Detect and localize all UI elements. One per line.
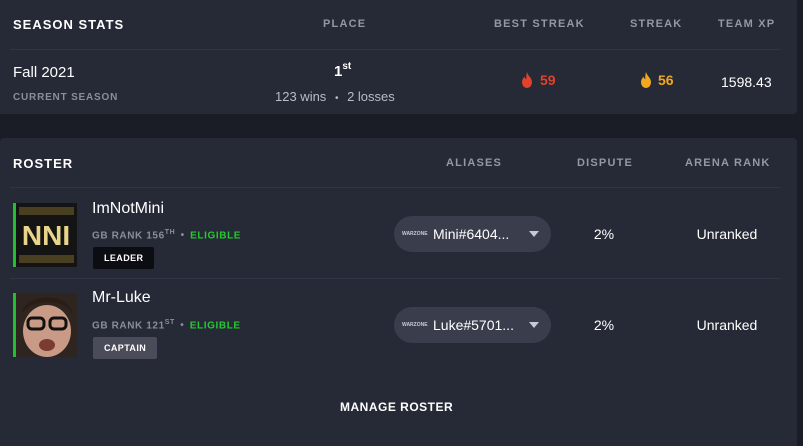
chevron-down-icon — [529, 322, 539, 328]
gb-rank-suffix: TH — [164, 229, 176, 236]
chevron-down-icon — [529, 231, 539, 237]
eligibility-status: ELIGIBLE — [189, 320, 241, 332]
gb-rank-text: GB RANK 156 — [92, 230, 165, 242]
best-streak: 59 — [521, 72, 556, 88]
avatar-logo-text: NNI — [22, 220, 70, 251]
roster-member-row: Mr-Luke GB RANK 121ST • ELIGIBLE CAPTAIN… — [0, 279, 797, 369]
place-value: 1st — [334, 61, 352, 80]
dispute-value: 2% — [593, 226, 615, 242]
alias-dropdown[interactable]: WARZONE Luke#5701... — [394, 307, 551, 343]
avatar[interactable] — [13, 293, 77, 357]
roster-panel: ROSTER ALIASES DISPUTE ARENA RANK NNI Im… — [0, 138, 797, 446]
warzone-logo-icon: WARZONE — [402, 322, 428, 328]
season-stats-title: SEASON STATS — [13, 17, 125, 32]
manage-roster-button[interactable]: MANAGE ROSTER — [340, 400, 453, 414]
team-logo-image: NNI — [16, 203, 77, 267]
rank-separator: • — [180, 320, 185, 332]
roster-member-row: NNI ImNotMini GB RANK 156TH • ELIGIBLE L… — [0, 188, 797, 278]
win-loss-record: 123 wins • 2 losses — [275, 89, 395, 104]
role-badge: LEADER — [93, 247, 155, 269]
best-streak-column-header: BEST STREAK — [494, 18, 585, 30]
member-name[interactable]: Mr-Luke — [92, 289, 151, 307]
team-xp-value: 1598.43 — [721, 74, 772, 90]
place-suffix: st — [342, 61, 352, 72]
record-separator: • — [334, 93, 339, 104]
arena-rank-value: Unranked — [696, 317, 758, 333]
role-badge: CAPTAIN — [93, 337, 158, 359]
wins: 123 wins — [275, 89, 327, 104]
season-label: CURRENT SEASON — [13, 92, 119, 103]
losses: 2 losses — [347, 89, 395, 104]
dispute-value: 2% — [593, 317, 615, 333]
alias-value: Mini#6404... — [433, 226, 510, 242]
streak-value: 56 — [658, 72, 674, 88]
gb-rank-text: GB RANK 121 — [92, 320, 165, 332]
season-stats-panel: SEASON STATS PLACE BEST STREAK STREAK TE… — [0, 0, 797, 114]
member-name[interactable]: ImNotMini — [92, 200, 164, 218]
arena-rank-value: Unranked — [696, 226, 758, 242]
warzone-logo-icon: WARZONE — [402, 231, 428, 237]
team-xp-column-header: TEAM XP — [718, 18, 776, 30]
fire-icon — [522, 72, 532, 88]
current-streak: 56 — [640, 72, 674, 88]
streak-column-header: STREAK — [630, 18, 683, 30]
rank-separator: • — [180, 230, 185, 242]
season-name: Fall 2021 — [13, 64, 75, 81]
avatar[interactable]: NNI — [13, 203, 77, 267]
place-column-header: PLACE — [323, 18, 367, 30]
arena-rank-column-header: ARENA RANK — [685, 157, 771, 169]
gb-rank-suffix: ST — [164, 319, 175, 326]
season-divider — [10, 49, 781, 50]
dispute-column-header: DISPUTE — [577, 157, 634, 169]
alias-value: Luke#5701... — [433, 317, 514, 333]
member-photo-image — [16, 293, 77, 357]
roster-title: ROSTER — [13, 156, 74, 171]
alias-dropdown[interactable]: WARZONE Mini#6404... — [394, 216, 551, 252]
gb-rank: GB RANK 121ST • ELIGIBLE — [92, 319, 241, 331]
eligibility-status: ELIGIBLE — [190, 230, 242, 242]
gb-rank: GB RANK 156TH • ELIGIBLE — [92, 229, 241, 241]
best-streak-value: 59 — [540, 72, 556, 88]
aliases-column-header: ALIASES — [446, 157, 503, 169]
fire-icon — [641, 72, 651, 88]
